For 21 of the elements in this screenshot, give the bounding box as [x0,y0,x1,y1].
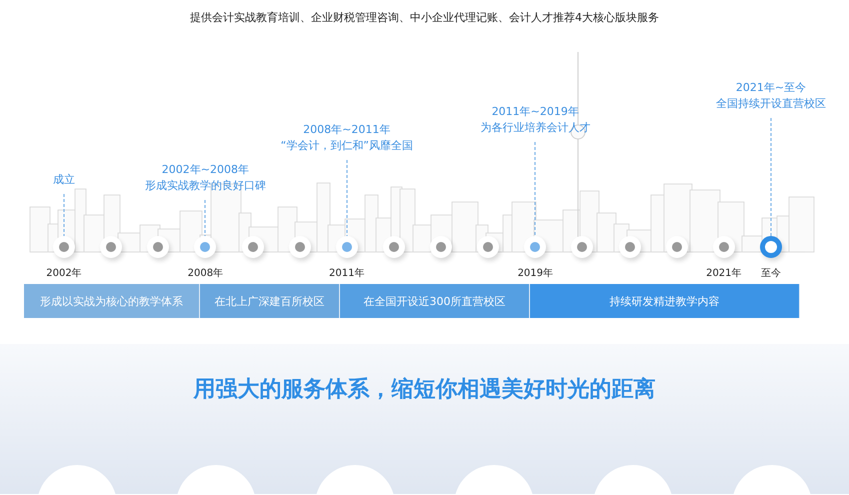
milestone-text: 全国持续开设直营校区 [716,96,826,112]
year-label: 2008年 [188,267,224,280]
section-title: 用强大的服务体系，缩短你相遇美好时光的距离 [194,376,656,404]
intro-text: 提供会计实战教育培训、企业财税管理咨询、中小企业代理记账、会计人才推荐4大核心版块服务 [189,10,660,26]
year-label: 至今 [760,267,781,280]
year-label: 2019年 [518,267,554,280]
milestone-text: 成立 [53,172,75,188]
milestone-text: 2021年~至今 [736,80,806,96]
year-label: 2011年 [329,267,364,280]
milestone-text: 2011年~2019年 [492,104,579,120]
stage-bar: 持续研发精进教学内容 [530,284,800,318]
milestone-text: 2008年~2011年 [303,122,390,138]
year-label: 2021年 [706,267,742,280]
milestone-text: 2002年~2008年 [162,162,249,178]
milestone-text: 为各行业培养会计人才 [480,120,590,136]
year-label: 2002年 [46,267,82,280]
milestone-text: 形成实战教学的良好口碑 [144,178,266,194]
stage-bar: 形成以实战为核心的教学体系 [24,284,200,318]
stage-bar: 在北上广深建百所校区 [200,284,340,318]
milestone-text: “学会计，到仁和”风靡全国 [280,138,413,154]
stage-bar: 在全国开设近300所直营校区 [340,284,530,318]
